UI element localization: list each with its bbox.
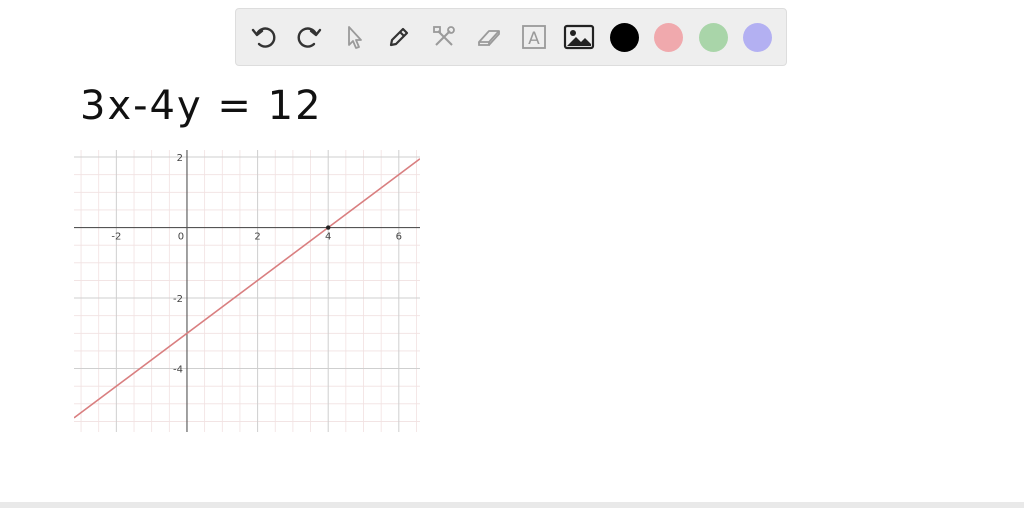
tools-button[interactable] <box>426 19 462 55</box>
drawing-toolbar: A <box>235 8 787 66</box>
handwritten-equation: 3x-4y = 12 <box>80 83 323 129</box>
text-box-glyph: A <box>528 29 540 49</box>
undo-icon <box>251 27 276 48</box>
data-point <box>326 225 331 230</box>
undo-button[interactable] <box>246 19 282 55</box>
tools-icon <box>433 26 455 46</box>
image-button[interactable] <box>561 19 597 55</box>
redo-icon <box>297 27 322 48</box>
x-tick-label: 2 <box>254 232 260 243</box>
image-icon <box>563 24 595 50</box>
x-tick-label: -2 <box>111 232 121 243</box>
eraser-icon <box>478 30 500 46</box>
y-tick-label: 2 <box>177 153 183 164</box>
text-box-icon: A <box>522 25 546 49</box>
series-line <box>74 158 420 419</box>
pen-button[interactable] <box>381 19 417 55</box>
pen-icon <box>389 27 409 47</box>
y-tick-label: -4 <box>173 365 183 376</box>
y-tick-label: -2 <box>173 294 183 305</box>
color-swatch-red[interactable] <box>654 23 683 52</box>
select-button[interactable] <box>336 19 372 55</box>
select-pointer-icon <box>348 26 362 49</box>
bottom-edge <box>0 502 1024 508</box>
color-swatch-purple[interactable] <box>743 23 772 52</box>
series <box>74 158 420 419</box>
color-swatch-green[interactable] <box>699 23 728 52</box>
text-button[interactable]: A <box>516 19 552 55</box>
color-swatch-black[interactable] <box>610 23 639 52</box>
x-tick-label: 4 <box>325 232 331 243</box>
line-graph: -2 0 2 4 6 2 -2 -4 <box>74 150 420 432</box>
grid-minor <box>74 150 420 432</box>
x-tick-label: 6 <box>396 232 402 243</box>
x-tick-label: 0 <box>178 232 184 243</box>
tick-labels: -2 0 2 4 6 2 -2 -4 <box>111 153 402 375</box>
eraser-button[interactable] <box>471 19 507 55</box>
redo-button[interactable] <box>291 19 327 55</box>
